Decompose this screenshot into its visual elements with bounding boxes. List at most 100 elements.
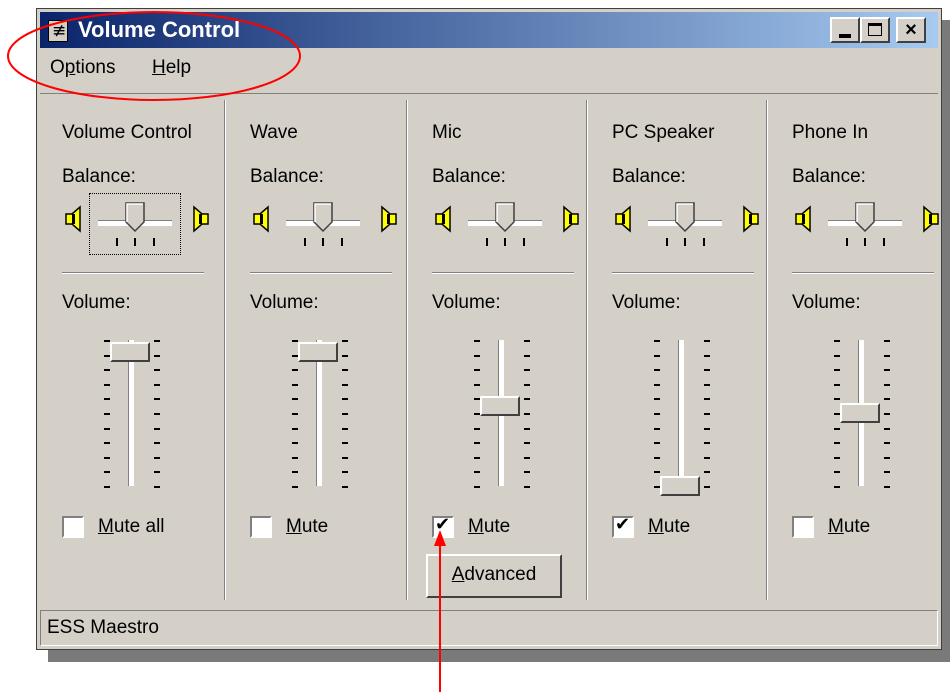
speaker-right-icon (381, 205, 397, 233)
volume-label: Volume: (250, 292, 319, 313)
mixer-panel: Volume Control Balance: Volume: Mute all Wav… (40, 93, 939, 600)
balance-slider[interactable] (640, 194, 730, 254)
volume-thumb[interactable] (840, 403, 880, 423)
mute-accelerator: M (286, 516, 302, 537)
volume-slider[interactable] (650, 334, 714, 496)
balance-tick (864, 238, 866, 246)
volume-track (128, 340, 134, 486)
balance-thumb[interactable] (125, 202, 145, 233)
volume-thumb[interactable] (480, 395, 520, 416)
volume-tick (524, 427, 530, 430)
speaker-left-icon (253, 205, 269, 233)
volume-tick (524, 354, 530, 357)
advanced-button[interactable]: Advanced (426, 554, 562, 598)
balance-tick (684, 238, 686, 246)
volume-tick (342, 456, 348, 459)
balance-ticks (278, 238, 368, 246)
balance-thumb[interactable] (313, 202, 333, 233)
balance-slider[interactable] (278, 194, 368, 254)
close-button[interactable]: × (896, 17, 926, 43)
volume-tick (704, 398, 710, 401)
menu-options[interactable]: Options (50, 57, 116, 79)
balance-tick (134, 238, 136, 246)
mute-label: Mute (286, 516, 329, 537)
speaker-left-icon (435, 205, 451, 233)
balance-thumb[interactable] (495, 202, 515, 233)
volume-slider[interactable] (288, 334, 352, 494)
balance-ticks (820, 238, 910, 246)
balance-tick (322, 238, 324, 246)
volume-tick (104, 442, 110, 445)
volume-slider[interactable] (830, 334, 894, 494)
checkbox-box[interactable]: ✔ (612, 514, 634, 538)
volume-tick (104, 398, 110, 401)
mixer-column-phone-in: Phone In Balance: Volume: Mute (770, 94, 950, 599)
volume-tick (154, 354, 160, 357)
volume-thumb[interactable] (110, 341, 150, 362)
checkbox-box[interactable]: ✔ (432, 514, 454, 538)
balance-thumb[interactable] (675, 202, 695, 233)
balance-ticks (90, 238, 180, 246)
volume-tick (654, 413, 660, 415)
checkbox-box[interactable] (62, 516, 84, 538)
volume-tick (834, 456, 840, 459)
volume-tick (654, 369, 660, 372)
balance-tick (115, 238, 118, 246)
close-icon: × (905, 19, 917, 41)
balance-tick (702, 238, 705, 246)
volume-tick (834, 471, 840, 474)
volume-tick (104, 383, 110, 386)
volume-slider[interactable] (470, 334, 534, 494)
volume-tick (154, 427, 160, 430)
volume-track (678, 340, 684, 486)
volume-tick (704, 456, 710, 459)
balance-thumb[interactable] (855, 202, 875, 233)
balance-slider[interactable] (820, 194, 910, 254)
volume-tick (654, 354, 660, 357)
balance-slider[interactable] (460, 194, 550, 254)
channel-name: Volume Control (62, 122, 192, 143)
volume-tick (834, 442, 840, 445)
volume-thumb[interactable] (298, 341, 338, 362)
maximize-button[interactable] (860, 17, 890, 43)
column-separator (586, 100, 587, 600)
volume-tick (474, 442, 480, 445)
volume-tick (654, 456, 660, 459)
checkbox-box[interactable] (250, 516, 272, 538)
speaker-right-icon (923, 205, 939, 233)
volume-tick (342, 413, 348, 415)
volume-label: Volume: (432, 292, 501, 313)
volume-tick (292, 471, 298, 474)
volume-tick (342, 398, 348, 401)
volume-label: Volume: (612, 292, 681, 313)
column-separator (406, 100, 407, 600)
checkbox-box[interactable] (792, 516, 814, 538)
volume-tick (474, 486, 480, 488)
menu-help[interactable]: Help (152, 57, 191, 79)
volume-slider[interactable] (100, 334, 164, 494)
balance-slider[interactable] (89, 193, 181, 255)
balance-tick (665, 238, 668, 246)
mute-label: Mute (828, 516, 871, 537)
volume-tick (474, 471, 480, 474)
volume-tick (292, 442, 298, 445)
balance-label: Balance: (250, 166, 324, 187)
volume-tick (524, 340, 530, 342)
balance-ticks (640, 238, 730, 246)
checkmark-icon: ✔ (615, 514, 631, 535)
volume-tick (524, 471, 530, 474)
balance-tick (340, 238, 343, 246)
volume-tick (704, 340, 710, 342)
volume-tick (704, 427, 710, 430)
volume-tick (884, 456, 890, 459)
mute-accelerator: M (648, 516, 664, 537)
minimize-button[interactable] (830, 17, 860, 43)
volume-thumb[interactable] (660, 476, 700, 496)
volume-tick (704, 442, 710, 445)
volume-tick (342, 486, 348, 488)
speaker-left-icon (795, 205, 811, 233)
mute-label: Mute (468, 516, 511, 537)
volume-control-icon[interactable]: ≢ (48, 20, 68, 42)
title-bar[interactable]: ≢ Volume Control × (40, 12, 938, 48)
volume-tick (524, 486, 530, 488)
